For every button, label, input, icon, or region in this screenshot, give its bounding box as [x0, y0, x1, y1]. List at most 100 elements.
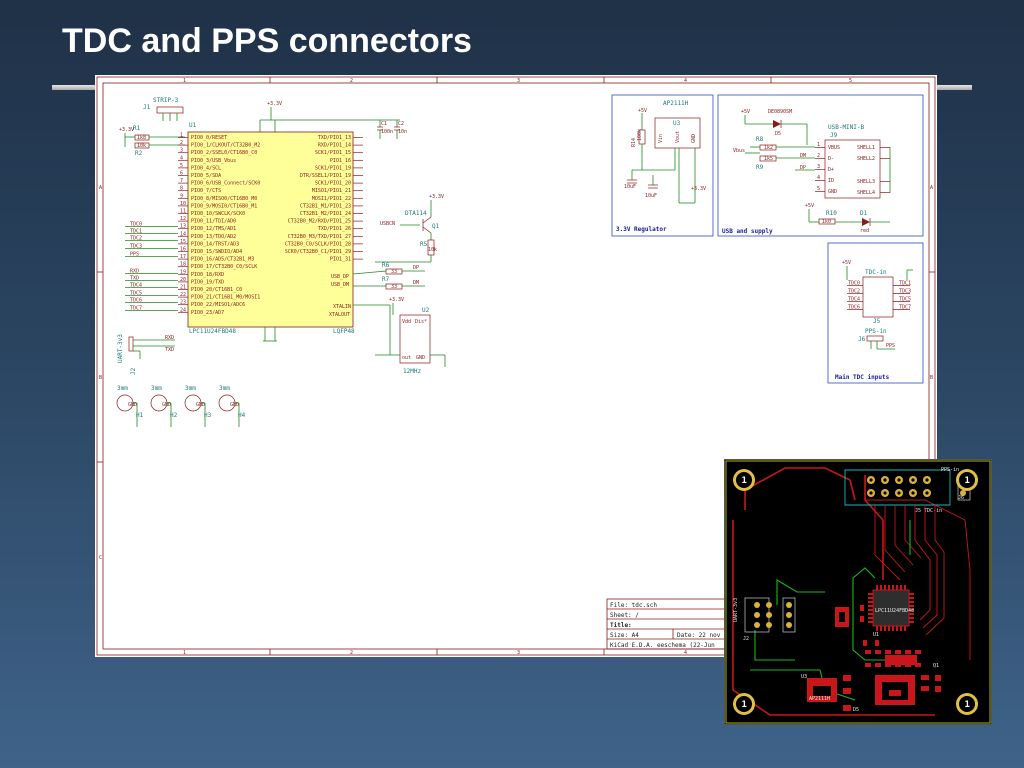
net-label: TDC3	[130, 244, 142, 250]
border-number: 2	[350, 650, 353, 656]
mcu-pin-label: PIO0_5/SDA	[191, 173, 221, 179]
usb-pin-number: 2	[817, 153, 820, 159]
pcb-mcu-pad	[868, 601, 873, 603]
mcu-pin-label: PIO0_1/CLKOUT/CT32B0_M2	[191, 143, 260, 149]
mcu-pin-label: CT32B0_M3/TXD/PIO1_27	[288, 234, 351, 240]
mcu-pin-number: 13	[180, 224, 186, 230]
pcb-layout-image: .cu { stroke:#c8161a; fill:none; stroke-…	[724, 459, 992, 725]
mcu-pin-number: 10	[180, 201, 186, 207]
hole-size: 3mm	[219, 385, 230, 392]
usb-pin-label: D-	[828, 156, 834, 162]
resistor-value: 1k8	[137, 135, 146, 141]
usb-pin-label: GND	[828, 189, 837, 195]
pcb-pad-drill	[911, 491, 915, 495]
net-label: TDC2	[848, 289, 860, 295]
mcu-pin-label: MOSI1/PIO1_22	[312, 196, 351, 202]
pcb-mcu-pad	[868, 617, 873, 619]
pcb-hole-label: 1	[965, 476, 970, 486]
usb-pin-number: 3	[817, 164, 820, 170]
pcb-resistor	[865, 663, 871, 667]
strip-ref: J1	[143, 104, 151, 111]
mcu-pin-number: 19	[180, 269, 186, 275]
led-color: red	[860, 228, 869, 234]
pcb-u1-label: U1	[873, 632, 879, 638]
border-number: 4	[684, 650, 687, 656]
cap-value: 10uF	[645, 193, 657, 199]
pcb-mcu-pad	[868, 621, 873, 623]
mcu-pin-label: SCK1/PIO1_15	[315, 150, 351, 156]
mcu-pin-label: USB_DP	[331, 274, 349, 280]
pcb-mcu-pad	[900, 585, 902, 590]
section-caption: Main TDC inputs	[835, 374, 890, 381]
usb-ref: J9	[830, 132, 838, 139]
net-label: DM	[800, 153, 806, 159]
pcb-resistor	[895, 663, 901, 667]
pcb-mcu-pad	[896, 585, 898, 590]
pcb-pad-drill	[897, 478, 901, 482]
pcb-pad-drill	[869, 478, 873, 482]
mcu-pin-label: PIO0_11/TDI/AD0	[191, 219, 236, 225]
pps-value: PPS-in	[865, 328, 887, 335]
border-letter: B	[930, 375, 933, 381]
pcb-mcu-pad	[884, 626, 886, 631]
pcb-mcu-pad	[876, 585, 878, 590]
pcb-hole-label: 1	[742, 476, 747, 486]
border-letter: A	[99, 185, 102, 191]
net-label: TDC2	[130, 236, 142, 242]
pcb-mcu-pad	[900, 626, 902, 631]
net-label: RXD	[130, 269, 139, 275]
net-label: PPS	[130, 252, 139, 258]
usb-connector: USB-MINI-B	[828, 124, 865, 131]
pcb-pad-drill	[869, 491, 873, 495]
resistor-ref: R2	[135, 150, 143, 157]
mcu-pin-label: PIO0_0/RESET	[191, 135, 227, 141]
oscillator-u2: U2 Vdd Dis* out GND 12MHz +3.3V	[353, 297, 446, 375]
mcu-pin-label: MISO1/PIO1_21	[312, 188, 351, 194]
border-letter: C	[99, 555, 102, 561]
mcu-pin-label: CT32B1_M2/PIO1_24	[300, 211, 351, 217]
net-label: TDC7	[130, 306, 142, 312]
resistor-value: 33	[391, 269, 397, 275]
pcb-mcu-pad	[909, 605, 914, 607]
mcu-pin-label: TXD/PIO1_13	[318, 135, 351, 141]
transistor-q1: DTA114 Q1 USBCN +3.3V R5 10k	[375, 194, 444, 263]
pcb-reg-label: AP2111H	[809, 696, 830, 702]
mcu-pin-label: PIO0_18/RXD	[191, 272, 224, 278]
reg-pin: GND	[691, 134, 697, 143]
uart-value: UART-3v3	[117, 334, 124, 363]
mounting-holes: 3mmGNDH13mmGNDH23mmGNDH33mmGNDH4	[116, 385, 246, 427]
power-label: +3.3V	[429, 194, 444, 200]
mcu-pin-number: 15	[180, 239, 186, 245]
pcb-resistor	[905, 663, 911, 667]
pcb-mcu-pad	[909, 621, 914, 623]
uart-connector-j2: UART-3v3 J2 RXD TXD	[117, 334, 175, 375]
usb-supply-section: DE0890SM D5 +5V USB-MINI-B J9 VBUS 1 D- 2 D+…	[717, 94, 924, 237]
power-label: +3.3V	[267, 101, 282, 107]
power-label: +3.3V	[119, 127, 134, 133]
resistor-value: 10k	[137, 143, 146, 149]
pcb-mcu-pad	[892, 626, 894, 631]
mcu-pin-label: XTALIN	[333, 304, 351, 310]
mcu-pin-label: CT32B1_M1/PIO1_23	[300, 203, 351, 209]
reg-pin: Vin	[658, 134, 664, 143]
resistor-value: 33	[391, 284, 397, 290]
pcb-pad-drill	[897, 491, 901, 495]
mcu-part: LPC11U24FBD48	[189, 328, 236, 335]
pcb-d5-label: D5	[853, 707, 859, 713]
title-block-sheet: Sheet: /	[610, 612, 639, 619]
title-block-title: Title:	[610, 622, 632, 629]
resistor-value: 10k	[428, 247, 437, 253]
usb-shell-label: SHELL3	[857, 179, 875, 185]
usb-shell-label: SHELL2	[857, 156, 875, 162]
mcu-pin-label: TXD/PIO1_26	[318, 226, 351, 232]
pcb-pad-drill	[883, 478, 887, 482]
resistor-value: 100k	[637, 129, 643, 141]
border-number: 1	[183, 78, 186, 84]
pcb-resistor	[885, 663, 891, 667]
pcb-resistor	[905, 650, 911, 654]
power-label: +3.3V	[389, 297, 404, 303]
transistor-part: DTA114	[405, 210, 427, 217]
mcu-pin-number: 8	[180, 186, 183, 192]
mcu-pin-label: PIO0_20/CT16B1_C0	[191, 287, 242, 293]
osc-pin: GND	[416, 355, 425, 361]
